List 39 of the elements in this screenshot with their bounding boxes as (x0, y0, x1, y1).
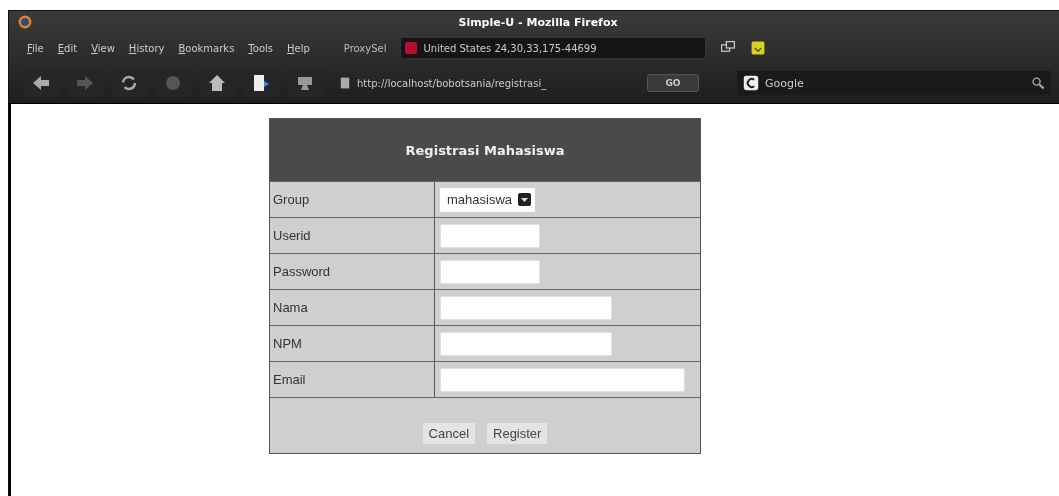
search-icon (1031, 76, 1045, 90)
page-icon (339, 76, 351, 90)
field-label: Password (270, 254, 435, 289)
input-field[interactable] (440, 295, 612, 320)
field-label: Userid (270, 218, 435, 253)
proxy-select[interactable]: United States 24,30,33,175-44699 (400, 37, 707, 59)
input-field[interactable] (440, 367, 685, 392)
back-arrow-icon (31, 73, 51, 93)
proxy-label: ProxySel (343, 42, 387, 54)
menu-item[interactable]: Edit (57, 42, 78, 54)
input-field[interactable] (440, 259, 540, 284)
input-field[interactable] (440, 331, 612, 356)
register-button[interactable]: Register (486, 422, 549, 445)
menu-item[interactable]: Bookmarks (178, 42, 235, 54)
menu-item[interactable]: Help (287, 42, 310, 54)
field-label: Email (270, 362, 435, 397)
go-button[interactable]: GO (647, 74, 699, 92)
field-label: NPM (270, 326, 435, 361)
cancel-button[interactable]: Cancel (421, 422, 476, 445)
field-label: Group (270, 182, 435, 217)
forward-arrow-icon (75, 73, 95, 93)
proxy-icon (405, 42, 418, 54)
menu-item[interactable]: File (27, 42, 44, 54)
menu-item[interactable]: Tools (248, 42, 273, 54)
badge-icon (750, 40, 767, 56)
field-label: Nama (270, 290, 435, 325)
search-field[interactable]: Google (737, 71, 1051, 95)
home-icon (207, 73, 227, 93)
input-field[interactable] (440, 223, 540, 248)
reload-icon (119, 73, 139, 93)
page-arrow-icon (251, 73, 271, 93)
group-select[interactable]: mahasiswa (440, 187, 536, 212)
address-bar[interactable]: http://localhost/bobotsania/registrasi_ (339, 72, 639, 94)
menu-item[interactable]: View (91, 42, 115, 54)
window-title: Simple-U - Mozilla Firefox (458, 15, 618, 29)
menu-item[interactable]: History (128, 42, 165, 54)
caret-icon (518, 193, 532, 206)
stop-icon (163, 73, 183, 93)
form-title: Registrasi Mahasiswa (270, 119, 700, 181)
